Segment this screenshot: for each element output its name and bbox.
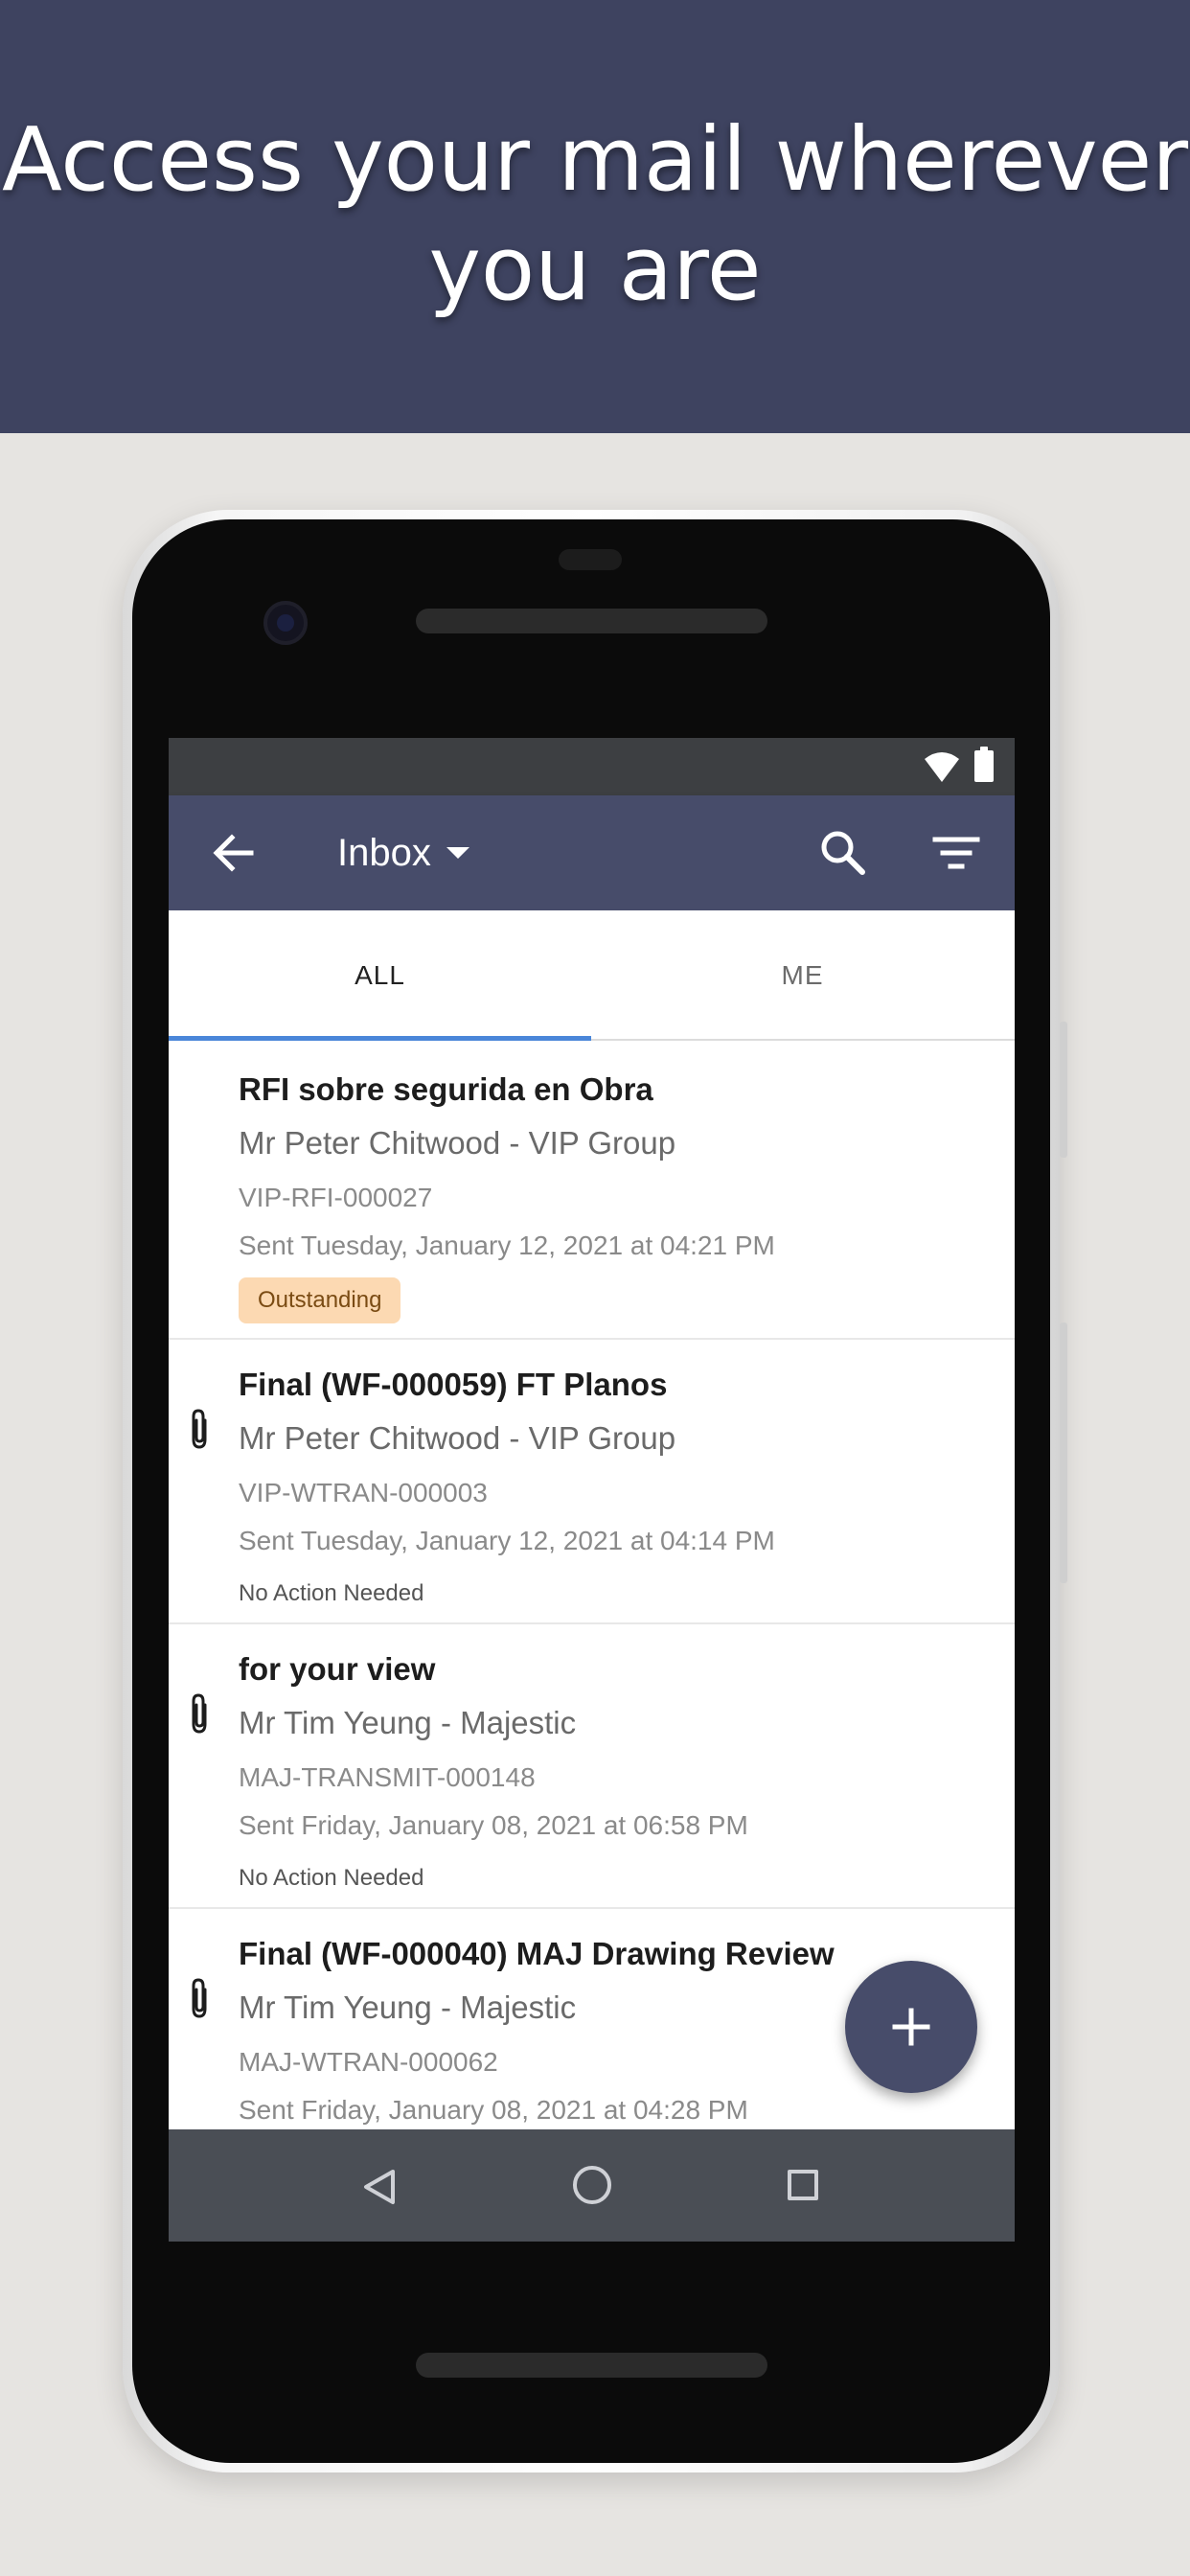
message-sent-date: Sent Tuesday, January 12, 2021 at 04:21 …: [239, 1230, 775, 1260]
tab-all[interactable]: ALL: [169, 910, 591, 1041]
message-subject: Final (WF-000059) FT Planos: [239, 1367, 668, 1402]
message-subject: for your view: [239, 1651, 436, 1687]
system-nav-bar: [169, 2129, 1015, 2242]
status-badge: Outstanding: [239, 1277, 401, 1323]
paperclip-icon: [192, 1978, 207, 2018]
message-reference: VIP-RFI-000027: [239, 1183, 433, 1212]
phone-bottom-speaker: [416, 2353, 767, 2378]
search-icon[interactable]: [816, 826, 870, 880]
status-bar: [169, 738, 1015, 795]
nav-recents-icon[interactable]: [788, 2170, 818, 2200]
message-sender: Mr Tim Yeung - Majestic: [239, 1990, 577, 2025]
status-label: No Action Needed: [239, 1580, 424, 1606]
front-camera-icon: [263, 601, 308, 645]
list-item[interactable]: Final (WF-000059) FT Planos Mr Peter Chi…: [169, 1340, 1015, 1624]
promo-banner: Access your mail wherever you are: [0, 0, 1190, 433]
phone-volume-button: [1060, 1322, 1067, 1583]
paperclip-icon: [192, 1409, 207, 1449]
phone-sensor: [559, 549, 622, 570]
mailbox-selector[interactable]: Inbox: [337, 824, 469, 882]
app-bar: Inbox: [169, 795, 1015, 910]
message-sent-date: Sent Friday, January 08, 2021 at 06:58 P…: [239, 1810, 748, 1840]
battery-icon: [974, 747, 994, 782]
tab-bar: ALL ME: [169, 910, 1015, 1041]
message-sent-date: Sent Friday, January 08, 2021 at 04:28 P…: [239, 2095, 748, 2125]
banner-title: Access your mail wherever you are: [0, 105, 1190, 324]
tab-me[interactable]: ME: [591, 910, 1014, 1041]
message-sender: Mr Tim Yeung - Majestic: [239, 1705, 577, 1740]
message-reference: VIP-WTRAN-000003: [239, 1478, 488, 1507]
app-title: Inbox: [337, 831, 431, 874]
nav-back-icon[interactable]: [360, 2168, 399, 2206]
status-label: No Action Needed: [239, 1865, 424, 1891]
message-sent-date: Sent Tuesday, January 12, 2021 at 04:14 …: [239, 1526, 775, 1555]
message-subject: RFI sobre segurida en Obra: [239, 1071, 653, 1107]
list-item[interactable]: for your view Mr Tim Yeung - Majestic MA…: [169, 1624, 1015, 1909]
filter-icon[interactable]: [929, 826, 983, 880]
paperclip-icon: [192, 1693, 207, 1734]
arrow-left-icon[interactable]: [207, 826, 261, 880]
chevron-down-icon: [446, 847, 469, 859]
compose-button[interactable]: [845, 1961, 977, 2093]
message-reference: MAJ-WTRAN-000062: [239, 2047, 498, 2077]
phone-earpiece: [416, 609, 767, 633]
phone-screen: Inbox ALL ME RFI sobre segurida en Obra …: [169, 738, 1015, 2242]
message-reference: MAJ-TRANSMIT-000148: [239, 1762, 536, 1792]
message-sender: Mr Peter Chitwood - VIP Group: [239, 1125, 676, 1161]
plus-icon: [892, 2008, 930, 2046]
message-subject: Final (WF-000040) MAJ Drawing Review: [239, 1936, 835, 1971]
banner-title-line-2: you are: [428, 218, 762, 320]
list-item[interactable]: RFI sobre segurida en Obra Mr Peter Chit…: [169, 1041, 1015, 1340]
wifi-icon: [925, 752, 959, 782]
message-sender: Mr Peter Chitwood - VIP Group: [239, 1420, 676, 1456]
phone-side-button: [1060, 1022, 1067, 1158]
nav-home-icon[interactable]: [573, 2166, 611, 2204]
banner-title-line-1: Access your mail wherever: [1, 108, 1189, 211]
